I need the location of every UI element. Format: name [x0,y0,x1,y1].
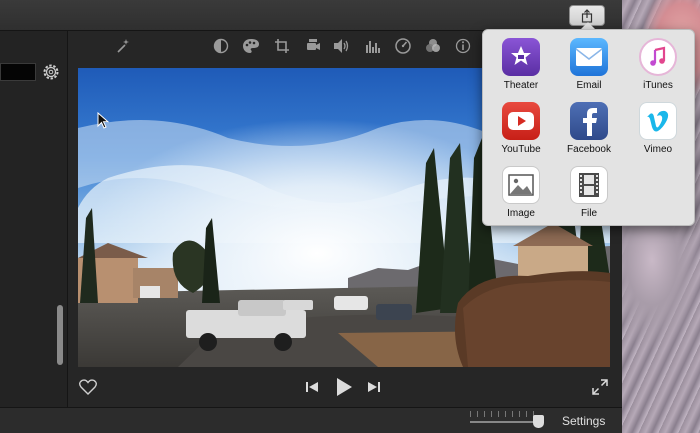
share-file[interactable]: File [555,166,623,228]
fullscreen-icon[interactable] [590,377,610,397]
stabilization-icon[interactable] [304,37,322,55]
theater-icon [502,38,540,76]
share-label: Image [507,208,535,219]
volume-icon[interactable] [333,37,351,55]
skip-forward-icon[interactable] [366,379,382,395]
email-icon [570,38,608,76]
facebook-icon [570,102,608,140]
share-label: File [580,208,598,219]
playback-controls [68,367,622,407]
share-vimeo[interactable]: Vimeo [624,102,692,164]
share-email[interactable]: Email [555,38,623,100]
share-label: Theater [503,80,539,91]
crop-icon[interactable] [273,37,291,55]
share-label: Vimeo [643,144,673,155]
share-itunes[interactable]: iTunes [624,38,692,100]
filter-icon[interactable] [424,37,442,55]
itunes-icon [639,38,677,76]
settings-button[interactable]: Settings [562,414,605,428]
color-balance-icon[interactable] [212,37,230,55]
magic-wand-icon[interactable] [114,37,132,55]
zoom-slider-track[interactable] [470,421,540,423]
color-palette-icon[interactable] [242,37,260,55]
equalizer-icon[interactable] [364,37,382,55]
share-youtube[interactable]: YouTube [487,102,555,164]
skip-back-icon[interactable] [304,379,320,395]
share-label: Email [576,80,602,91]
share-label: iTunes [643,80,673,91]
info-icon[interactable] [454,37,472,55]
title-bar [0,0,622,31]
scrollbar-thumb[interactable] [57,305,63,365]
heart-icon[interactable] [78,377,98,397]
left-panel [0,31,68,407]
share-icon [581,8,593,23]
image-icon [502,166,540,204]
share-image[interactable]: Image [487,166,555,228]
youtube-icon [502,102,540,140]
vimeo-icon [639,102,677,140]
speed-icon[interactable] [394,37,412,55]
zoom-slider-ticks [470,411,540,417]
share-facebook[interactable]: Facebook [555,102,623,164]
bottom-bar: Settings [0,407,622,433]
mouse-cursor-icon [97,112,109,129]
gear-icon[interactable] [41,62,61,82]
share-label: YouTube [501,144,541,155]
left-field[interactable] [0,63,36,81]
zoom-slider-knob[interactable] [533,415,544,428]
share-label: Facebook [567,144,611,155]
play-icon[interactable] [334,376,354,398]
share-theater[interactable]: Theater [487,38,555,100]
file-icon [570,166,608,204]
share-popover: Theater Email iTunes YouTube Facebook Vi… [482,29,695,226]
